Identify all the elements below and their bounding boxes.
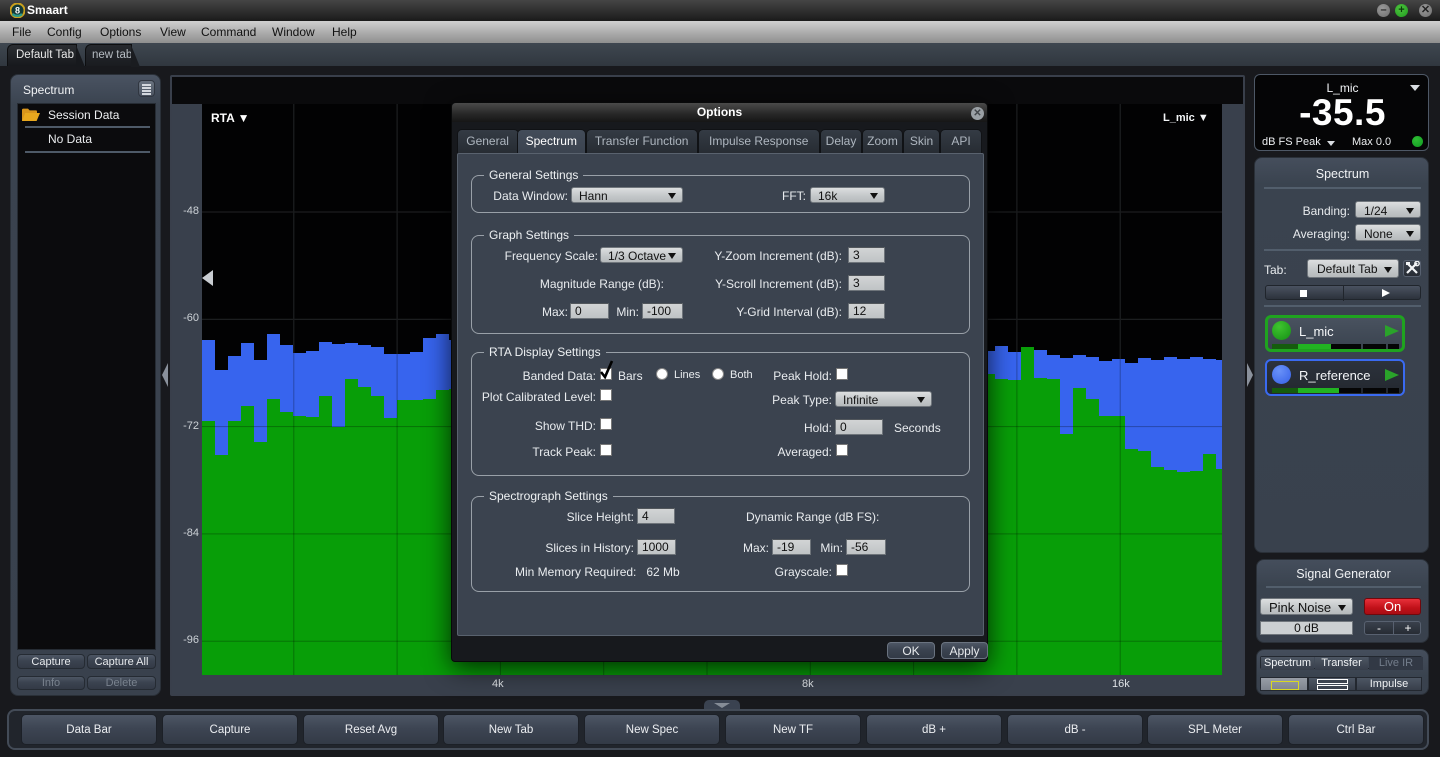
svg-text:8: 8 xyxy=(15,6,20,16)
